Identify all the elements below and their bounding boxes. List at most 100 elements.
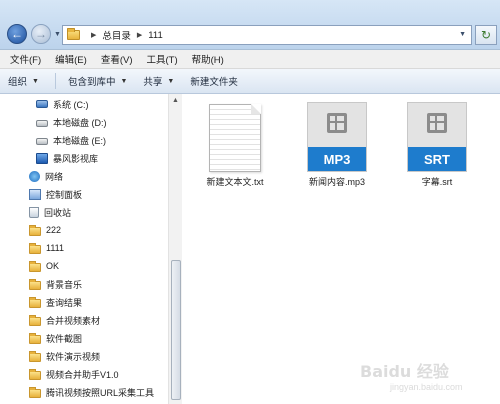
nav-item-label: 查询结果 [46,297,83,308]
video-library-icon [36,152,48,164]
folder-icon [29,242,41,254]
file-name: 字幕.srt [421,177,453,187]
file-item-txt[interactable]: 新建文本文.txt [195,104,275,188]
folder-icon [29,224,41,236]
nav-item-label: 暴风影视库 [53,153,99,164]
nav-item-control-panel[interactable]: 控制面板 [29,186,82,202]
scroll-thumb[interactable] [171,260,181,400]
share-label: 共享 [143,77,163,88]
menu-file[interactable]: 文件(F) [10,52,41,66]
refresh-icon: ↻ [480,28,492,42]
film-icon [427,113,447,133]
nav-item-label: 222 [46,225,62,235]
nav-item-folder[interactable]: 软件演示视频 [29,348,100,364]
watermark-url: jingyan.baidu.com [390,382,463,392]
scroll-up-icon[interactable]: ▲ [172,97,179,104]
film-icon [327,113,347,133]
menu-view[interactable]: 查看(V) [101,52,133,66]
menu-tools[interactable]: 工具(T) [146,52,177,66]
command-bar: 组织 ▼ 包含到库中 ▼ 共享 ▼ 新建文件夹 [0,69,500,94]
watermark-main: Baidu 经验 [360,362,449,381]
text-document-icon [209,104,261,172]
folder-icon [29,350,41,362]
menu-bar: 文件(F) 编辑(E) 查看(V) 工具(T) 帮助(H) [0,50,500,69]
subtitle-file-icon: SRT [407,102,467,172]
include-in-library-label: 包含到库中 [67,77,116,88]
folder-icon [29,260,41,272]
nav-scrollbar[interactable]: ▲ [168,94,182,404]
nav-item-folder[interactable]: 1111 [29,240,64,256]
nav-item-label: 软件截图 [46,333,83,344]
organize-button[interactable]: 组织 ▼ [8,74,39,88]
nav-item-folder[interactable]: 背景音乐 [29,276,82,292]
include-in-library-button[interactable]: 包含到库中 ▼ [68,74,127,88]
back-arrow-icon: ← [11,27,23,41]
nav-item-label: 控制面板 [46,189,83,200]
navigation-pane: 系统 (C:) 本地磁盘 (D:) 本地磁盘 (E:) 暴风影视库 网络 控制面… [0,94,168,404]
nav-item-label: 软件演示视频 [46,351,101,362]
caret-down-icon: ▼ [167,77,175,85]
nav-item-label: OK [46,261,60,271]
caret-down-icon: ▼ [120,77,128,85]
new-folder-button[interactable]: 新建文件夹 [190,74,238,88]
recent-pages-dropdown[interactable]: ▼ [54,31,61,38]
nav-item-folder[interactable]: 视频合并助手V1.0 [29,366,119,382]
nav-item-label: 系统 (C:) [53,99,89,110]
nav-item-label: 1111 [46,243,65,253]
nav-item-folder[interactable]: 软件截图 [29,330,82,346]
back-button[interactable]: ← [7,24,27,44]
organize-label: 组织 [8,77,28,88]
file-type-badge: MP3 [308,147,366,171]
nav-item-folder[interactable]: 合并视频素材 [29,312,100,328]
nav-item-label: 回收站 [44,207,72,218]
system-drive-icon [36,100,48,108]
nav-item-label: 合并视频素材 [46,315,101,326]
caret-down-icon: ▼ [32,77,39,85]
nav-item-recycle-bin[interactable]: 回收站 [29,204,71,220]
file-name: 新建文本文.txt [206,177,264,187]
audio-file-icon: MP3 [307,102,367,172]
nav-item-video-library[interactable]: 暴风影视库 [36,150,98,166]
nav-item-folder[interactable]: 查询结果 [29,294,82,310]
baidu-watermark: Baidu 经验 jingyan.baidu.com [360,354,495,400]
nav-item-folder[interactable]: 腾讯视频按照URL采集工具 [29,384,154,400]
forward-arrow-icon: → [35,27,47,41]
menu-edit[interactable]: 编辑(E) [55,52,87,66]
nav-item-disk-e[interactable]: 本地磁盘 (E:) [36,132,106,148]
share-button[interactable]: 共享 ▼ [143,74,174,88]
control-panel-icon [29,188,41,200]
nav-item-label: 网络 [45,171,64,182]
nav-item-folder[interactable]: 222 [29,222,61,238]
nav-item-disk-d[interactable]: 本地磁盘 (D:) [36,114,107,130]
nav-item-folder[interactable]: OK [29,258,59,274]
nav-item-network[interactable]: 网络 [29,168,63,184]
address-bar[interactable]: ▶ 总目录 ▶ 111 ▼ [62,25,472,45]
breadcrumb-root[interactable]: 总目录 [102,28,131,42]
drive-icon [36,137,48,145]
chevron-right-icon[interactable]: ▶ [137,31,142,39]
drive-icon [36,119,48,127]
file-name: 新闻内容.mp3 [308,177,365,187]
folder-icon [29,296,41,308]
breadcrumb-current[interactable]: 111 [148,30,162,41]
folder-icon [29,332,41,344]
folder-icon [29,368,41,380]
folder-icon [29,278,41,290]
menu-help[interactable]: 帮助(H) [192,52,224,66]
nav-item-label: 背景音乐 [46,279,83,290]
title-bar: ← → ▼ ▶ 总目录 ▶ 111 ▼ ↻ [0,0,500,50]
address-dropdown-icon[interactable]: ▼ [459,31,466,38]
file-item-mp3[interactable]: MP3 新闻内容.mp3 [297,102,377,188]
folder-icon [29,314,41,326]
nav-item-label: 本地磁盘 (D:) [53,117,107,128]
nav-item-system-c[interactable]: 系统 (C:) [36,96,89,112]
forward-button[interactable]: → [31,24,51,44]
refresh-button[interactable]: ↻ [475,25,497,45]
folder-icon [29,386,41,398]
nav-item-label: 视频合并助手V1.0 [46,369,119,380]
file-item-srt[interactable]: SRT 字幕.srt [397,102,477,188]
chevron-right-icon[interactable]: ▶ [91,31,96,39]
folder-icon [67,28,80,40]
divider [54,73,56,89]
recycle-bin-icon [29,206,39,218]
